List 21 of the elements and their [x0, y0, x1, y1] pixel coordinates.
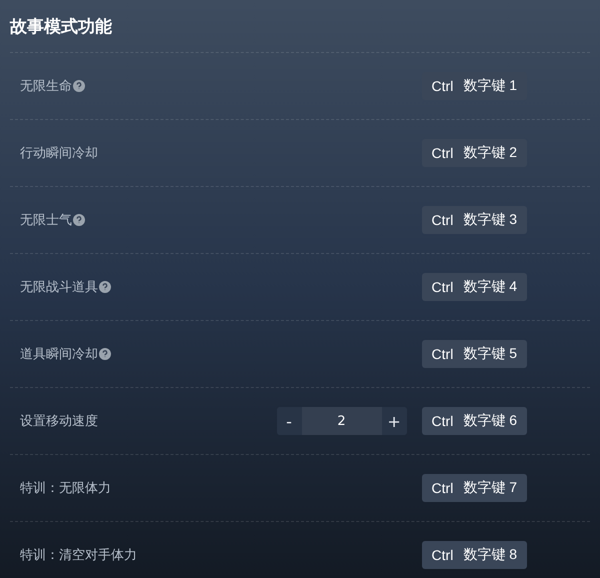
hotkey-button[interactable]: Ctrl 数字键 8 — [422, 541, 527, 569]
feature-label: 无限生命 — [20, 78, 72, 95]
hotkey-button[interactable]: Ctrl 数字键 3 — [422, 206, 527, 234]
feature-label: 无限战斗道具 — [20, 279, 98, 296]
hotkey-button[interactable]: Ctrl 数字键 7 — [422, 474, 527, 502]
help-icon[interactable] — [73, 214, 85, 226]
help-icon[interactable] — [99, 348, 111, 360]
feature-label: 道具瞬间冷却 — [20, 346, 98, 363]
hotkey-button[interactable]: Ctrl 数字键 2 — [422, 139, 527, 167]
section-title: 故事模式功能 — [10, 0, 590, 53]
help-icon[interactable] — [73, 80, 85, 92]
feature-label: 特训：无限体力 — [20, 480, 111, 497]
speed-value[interactable]: 2 — [302, 407, 382, 435]
hotkey-button[interactable]: Ctrl 数字键 5 — [422, 340, 527, 368]
hotkey-button[interactable]: Ctrl 数字键 4 — [422, 273, 527, 301]
feature-label: 行动瞬间冷却 — [20, 145, 98, 162]
hotkey-button[interactable]: Ctrl 数字键 6 — [422, 407, 527, 435]
feature-label: 设置移动速度 — [20, 413, 98, 430]
feature-label: 特训：清空对手体力 — [20, 547, 137, 564]
feature-label: 无限士气 — [20, 212, 72, 229]
help-icon[interactable] — [99, 281, 111, 293]
